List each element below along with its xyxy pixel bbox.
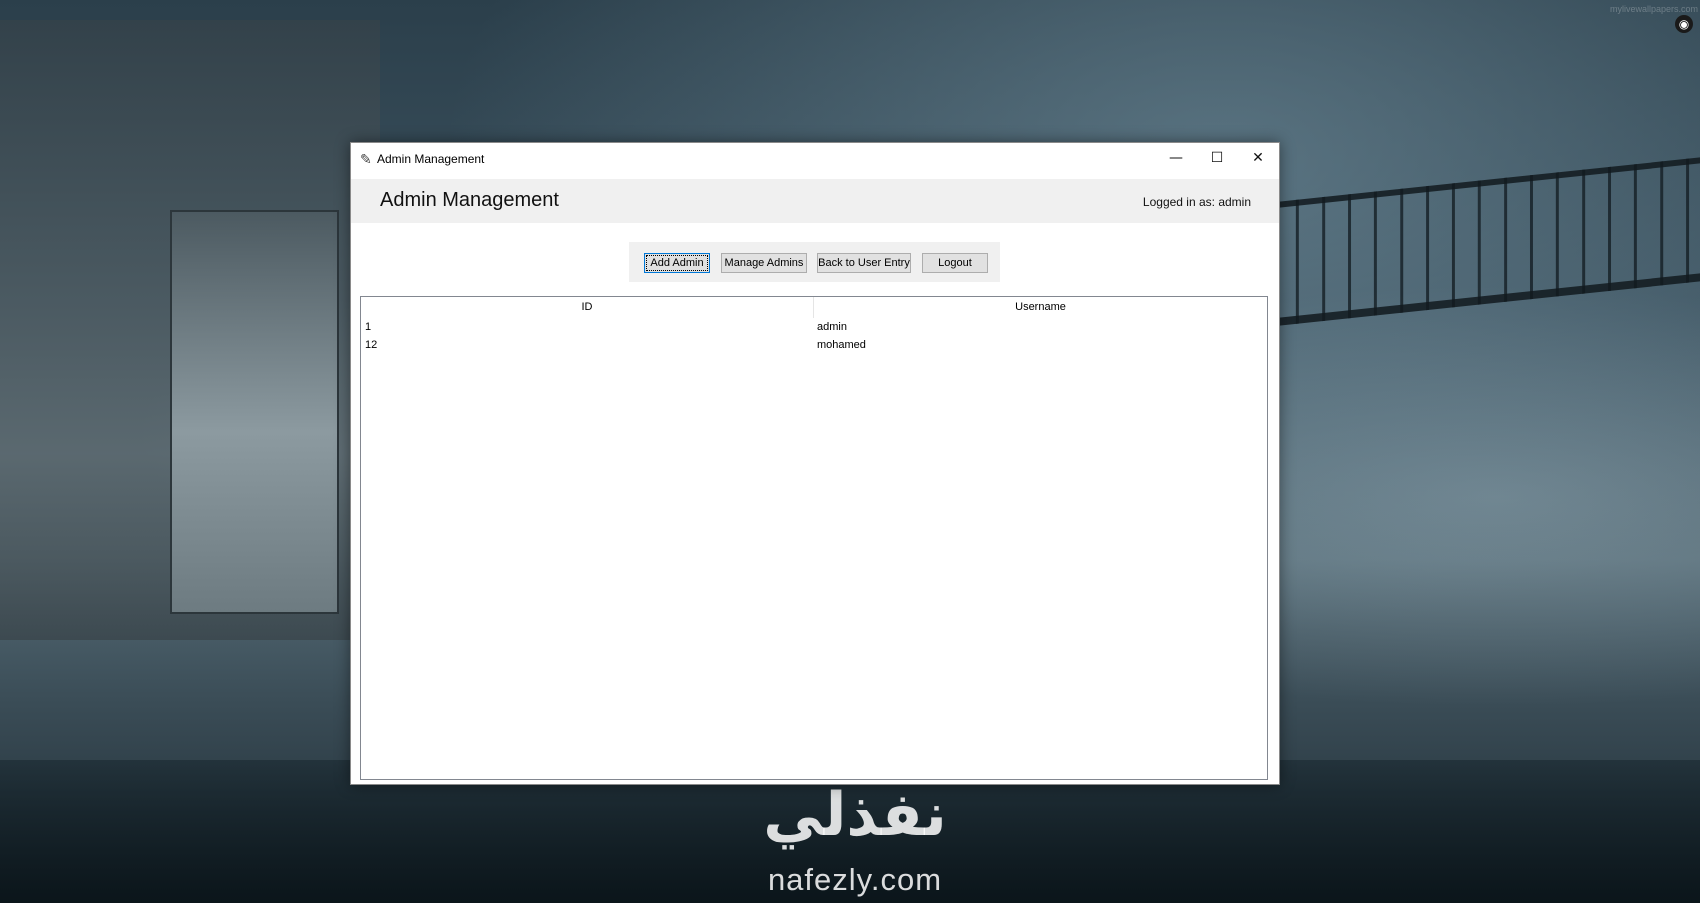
table-row[interactable]: 1 admin — [361, 318, 1267, 336]
add-admin-button[interactable]: Add Admin — [644, 253, 710, 273]
table-row[interactable]: 12 mohamed — [361, 336, 1267, 354]
column-header-id[interactable]: ID — [361, 297, 814, 318]
cell-username: mohamed — [817, 339, 866, 351]
feather-icon: ✎ — [360, 151, 372, 167]
background-bridge — [1270, 157, 1700, 327]
maximize-button[interactable]: ☐ — [1196, 143, 1238, 173]
logout-button[interactable]: Logout — [922, 253, 988, 273]
target-icon[interactable]: ◉ — [1675, 15, 1693, 33]
admins-table[interactable]: ID Username 1 admin 12 mohamed — [360, 296, 1268, 780]
cell-id: 12 — [365, 339, 378, 351]
logged-in-label: Logged in as: admin — [1142, 195, 1251, 209]
toolbar: Add Admin Manage Admins Back to User Ent… — [629, 242, 1000, 282]
column-header-username[interactable]: Username — [814, 297, 1267, 318]
close-button[interactable]: ✕ — [1237, 143, 1279, 173]
corner-watermark: mylivewallpapers.com — [1609, 4, 1698, 14]
brand-arabic: نفذلي — [763, 780, 947, 850]
header-bar: Admin Management Logged in as: admin — [351, 179, 1279, 223]
cell-username: admin — [817, 321, 847, 333]
minimize-button[interactable]: — — [1155, 143, 1197, 173]
table-header: ID Username — [361, 297, 1267, 318]
window-title: Admin Management — [377, 152, 485, 166]
back-to-user-entry-button[interactable]: Back to User Entry — [817, 253, 911, 273]
background-door — [170, 210, 339, 614]
cell-id: 1 — [365, 321, 372, 333]
page-title: Admin Management — [380, 189, 559, 211]
admin-management-window: ✎ Admin Management — ☐ ✕ Admin Managemen… — [350, 142, 1280, 785]
brand-latin: nafezly.com — [767, 862, 943, 897]
manage-admins-button[interactable]: Manage Admins — [721, 253, 807, 273]
title-bar[interactable]: ✎ Admin Management — ☐ ✕ — [351, 143, 1279, 177]
